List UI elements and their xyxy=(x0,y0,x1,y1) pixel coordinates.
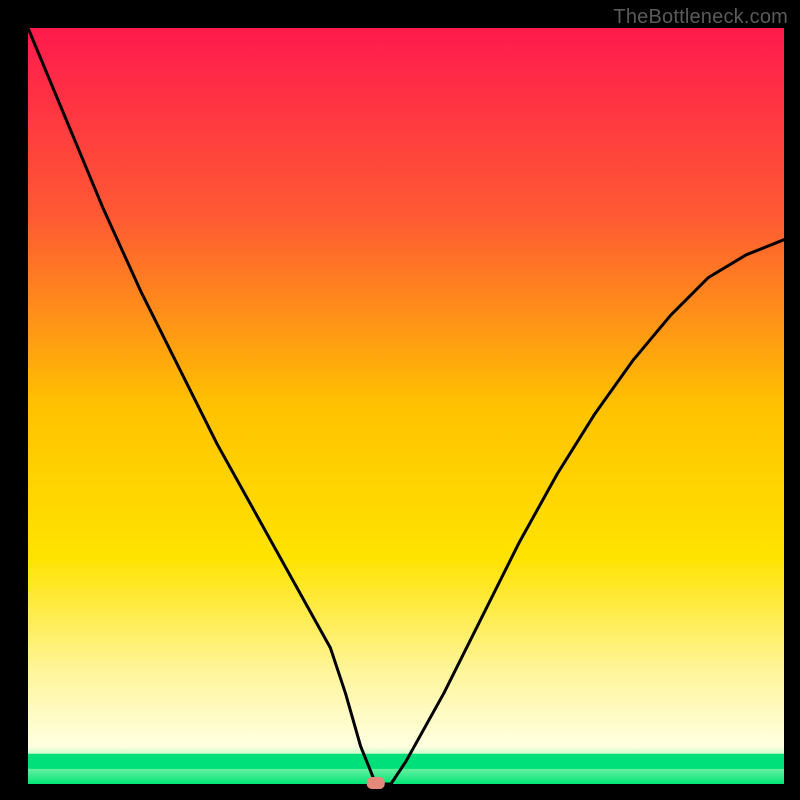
chart-plot-area xyxy=(28,28,784,784)
bottleneck-chart: TheBottleneck.com xyxy=(0,0,800,800)
optimal-point-marker xyxy=(367,777,385,789)
watermark-text: TheBottleneck.com xyxy=(613,6,788,29)
chart-canvas xyxy=(0,0,800,800)
